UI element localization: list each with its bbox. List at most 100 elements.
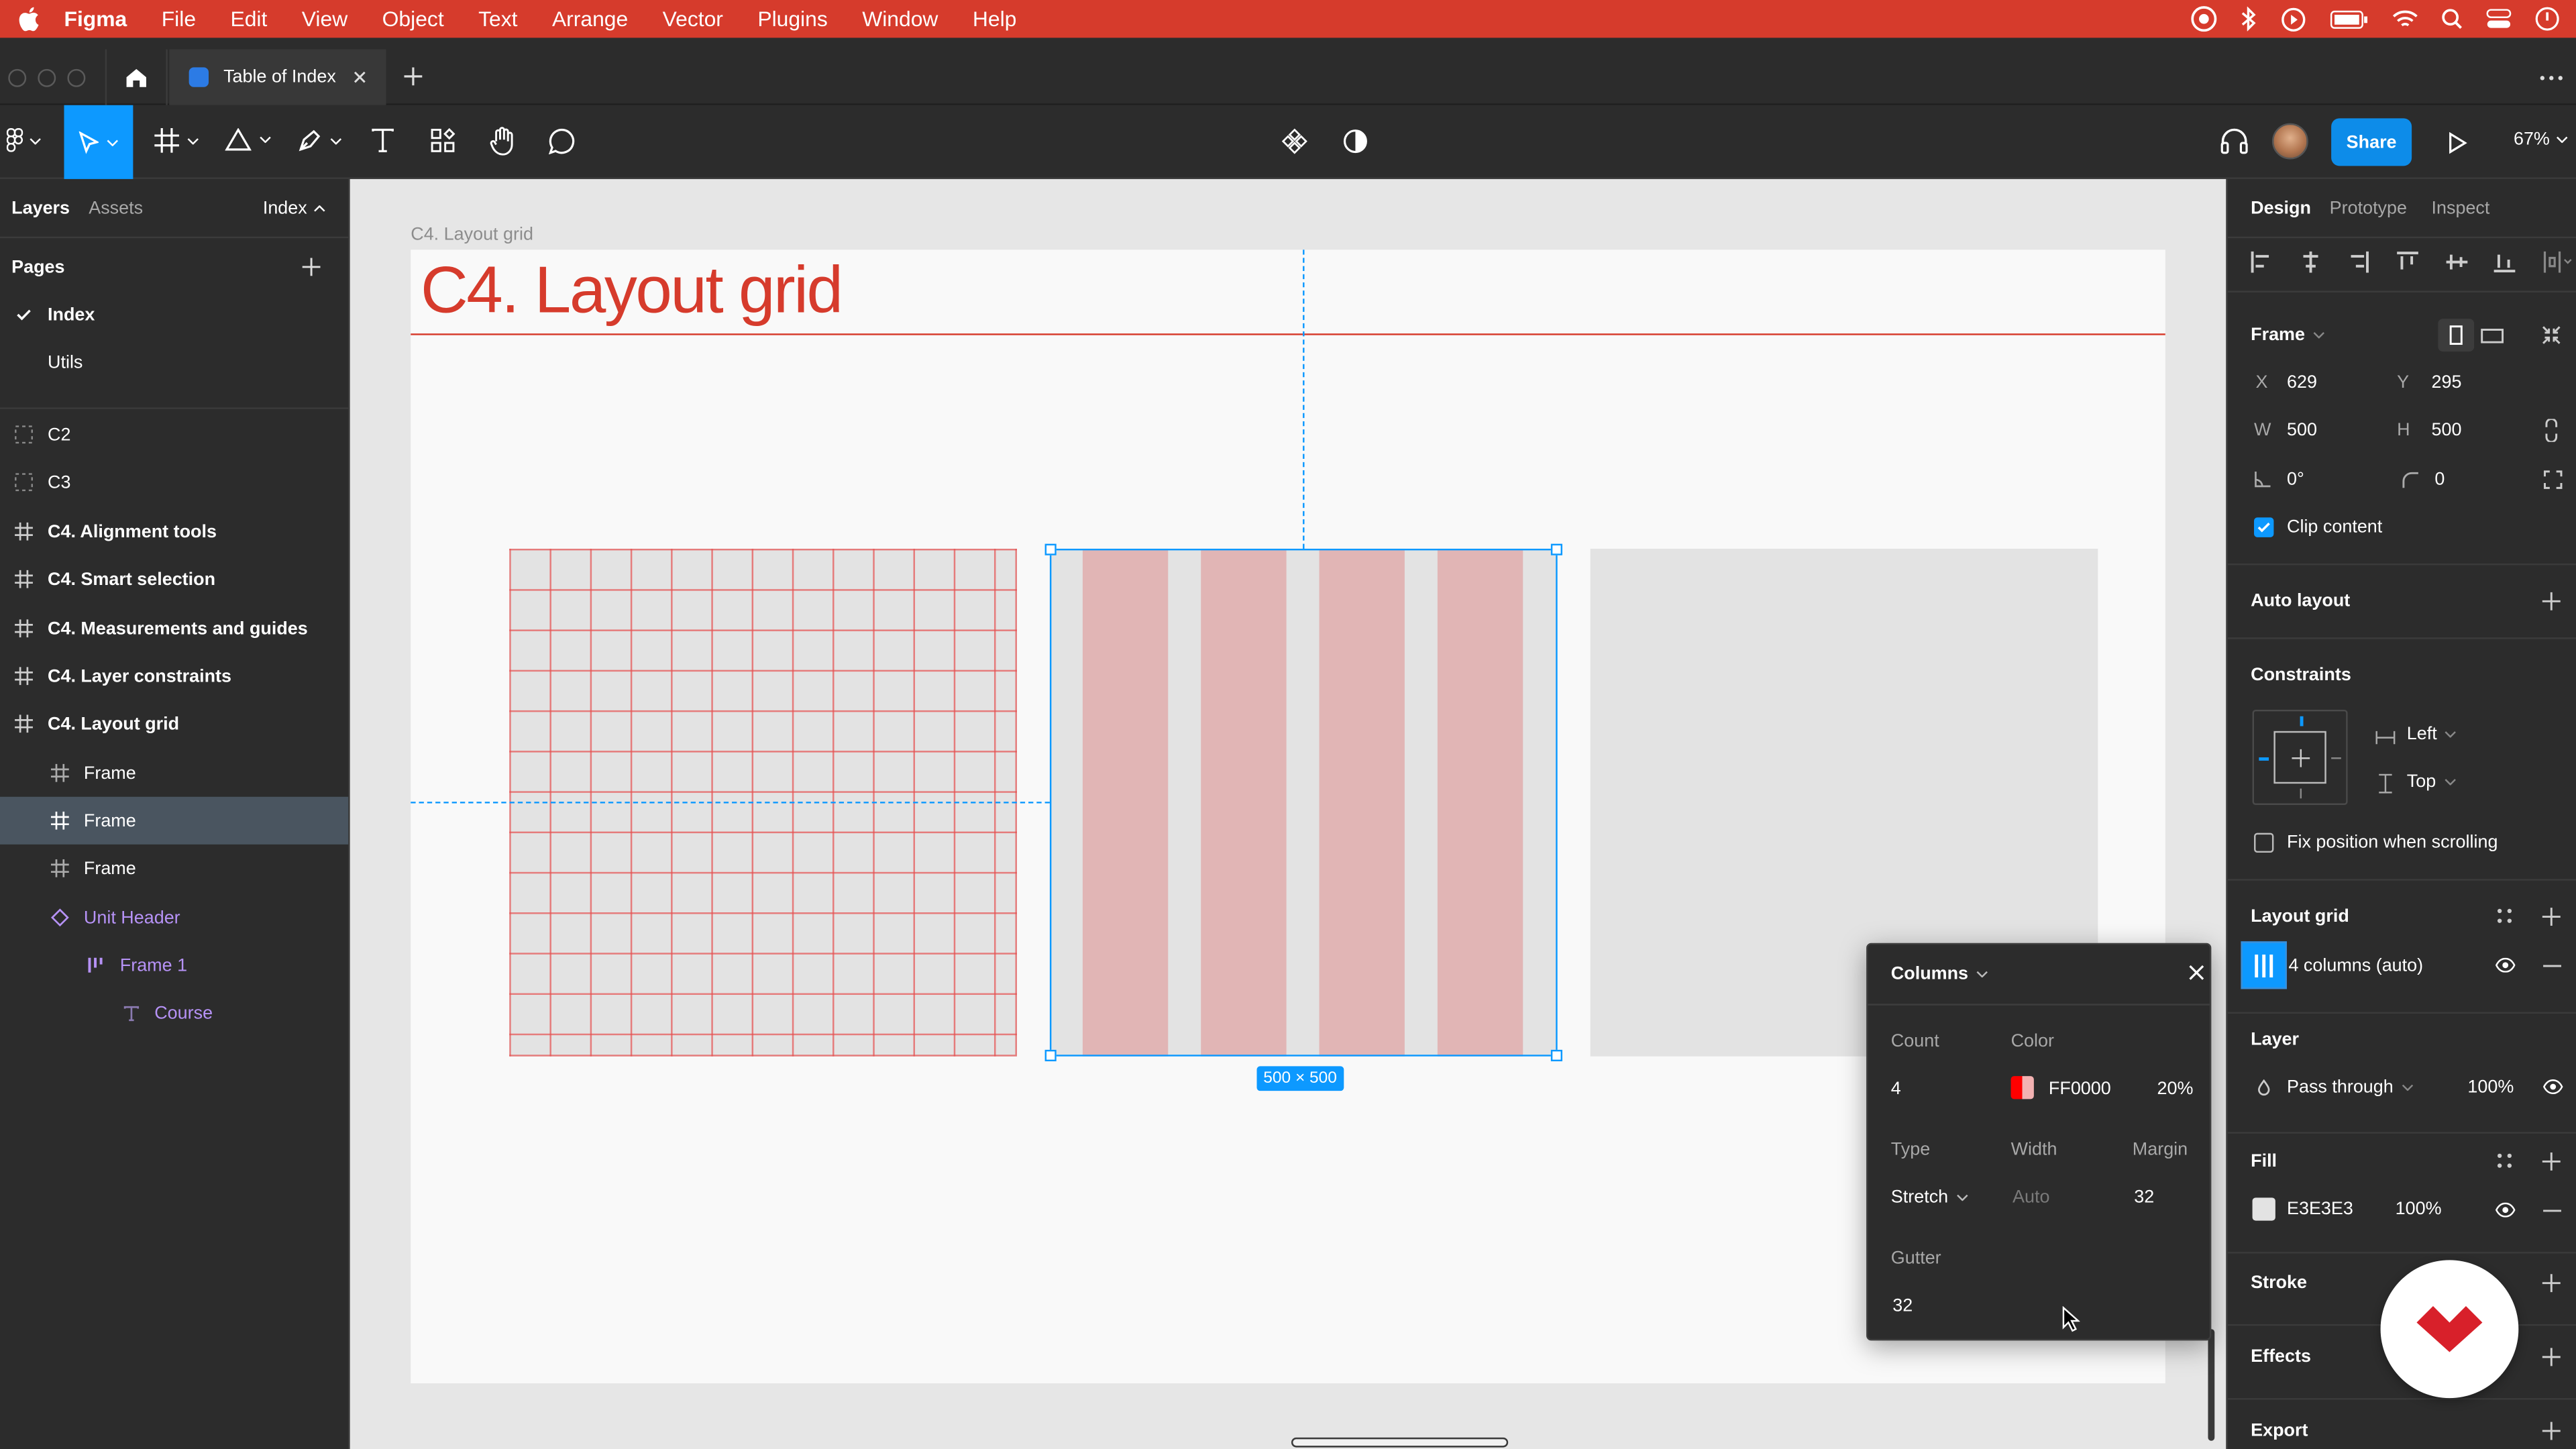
y-input[interactable]: 295 xyxy=(2432,373,2462,392)
align-vertical-center-icon[interactable] xyxy=(2445,250,2467,272)
horizontal-scrollbar[interactable] xyxy=(1291,1437,1509,1448)
type-dropdown[interactable]: Stretch xyxy=(1891,1188,1968,1208)
main-menu-button[interactable] xyxy=(6,128,41,153)
fill-styles-icon[interactable] xyxy=(2497,1153,2512,1168)
comment-tool-icon[interactable] xyxy=(548,128,575,155)
width-input[interactable]: Auto xyxy=(2012,1188,2049,1208)
distribute-icon[interactable] xyxy=(2543,250,2573,272)
resize-handle[interactable] xyxy=(1550,543,1562,555)
page-item-index[interactable]: Index xyxy=(0,290,348,338)
layer-item-layout-grid[interactable]: C4. Layout grid xyxy=(0,700,348,747)
file-tab[interactable]: Table of Index xyxy=(169,49,386,105)
creative-cloud-icon[interactable] xyxy=(2190,5,2218,33)
grid-styles-icon[interactable] xyxy=(2497,908,2512,923)
move-tool-button[interactable] xyxy=(64,105,133,179)
play-circle-icon[interactable] xyxy=(2280,6,2306,32)
layer-item-smart-selection[interactable]: C4. Smart selection xyxy=(0,555,348,603)
layer-item-layer-constraints[interactable]: C4. Layer constraints xyxy=(0,652,348,700)
window-zoom-button[interactable] xyxy=(67,68,86,87)
remove-grid-icon[interactable] xyxy=(2543,965,2561,968)
eye-icon[interactable] xyxy=(2496,1202,2516,1218)
text-tool-icon[interactable] xyxy=(371,128,394,153)
window-minimize-button[interactable] xyxy=(38,68,56,87)
constraints-widget[interactable] xyxy=(2252,709,2348,806)
layer-opacity-input[interactable]: 100% xyxy=(2467,1078,2514,1097)
resize-handle[interactable] xyxy=(1550,1049,1562,1062)
tab-layers[interactable]: Layers xyxy=(11,199,70,218)
layout-grid-settings-button[interactable] xyxy=(2241,941,2288,989)
grid-type-dropdown[interactable]: Columns xyxy=(1891,965,1988,984)
frame-name-label[interactable]: C4. Layout grid xyxy=(411,225,533,245)
portrait-button[interactable] xyxy=(2438,319,2475,352)
close-tab-icon[interactable] xyxy=(352,70,366,84)
remove-fill-icon[interactable] xyxy=(2543,1209,2561,1212)
menu-help[interactable]: Help xyxy=(973,7,1017,32)
more-icon[interactable] xyxy=(2540,76,2563,80)
menu-edit[interactable]: Edit xyxy=(230,7,267,32)
gutter-input[interactable]: 32 xyxy=(1892,1296,1913,1316)
radius-input[interactable]: 0 xyxy=(2434,470,2445,489)
share-button[interactable]: Share xyxy=(2331,118,2412,166)
battery-icon[interactable] xyxy=(2330,9,2369,28)
independent-corners-icon[interactable] xyxy=(2543,470,2563,489)
add-fill-icon[interactable] xyxy=(2542,1152,2561,1171)
constrain-proportions-icon[interactable] xyxy=(2545,419,2559,442)
frame-tool-button[interactable] xyxy=(154,128,199,153)
clip-content-checkbox[interactable] xyxy=(2254,517,2274,537)
fill-opacity-input[interactable]: 100% xyxy=(2396,1199,2442,1219)
add-effect-icon[interactable] xyxy=(2542,1347,2561,1366)
landscape-icon[interactable] xyxy=(2481,329,2504,343)
component-icon[interactable] xyxy=(1281,128,1307,154)
grid-color-swatch[interactable] xyxy=(2010,1076,2034,1099)
vertical-constraint-dropdown[interactable]: Top xyxy=(2407,772,2456,792)
vertical-scrollbar[interactable] xyxy=(2208,1329,2215,1441)
hand-tool-icon[interactable] xyxy=(490,127,516,156)
constraint-top-indicator[interactable] xyxy=(2300,716,2304,727)
layer-item-frame-selected[interactable]: Frame xyxy=(0,796,349,845)
tab-assets[interactable]: Assets xyxy=(89,199,143,218)
fill-hex-input[interactable]: E3E3E3 xyxy=(2287,1199,2353,1219)
constraint-bottom-indicator[interactable] xyxy=(2300,788,2302,799)
layer-item-frame[interactable]: Frame xyxy=(0,845,348,892)
eye-icon[interactable] xyxy=(2543,1079,2563,1095)
w-input[interactable]: 500 xyxy=(2287,421,2317,440)
search-icon[interactable] xyxy=(2441,8,2463,30)
menu-object[interactable]: Object xyxy=(382,7,444,32)
contrast-mask-icon[interactable] xyxy=(1342,128,1368,154)
eye-icon[interactable] xyxy=(2496,957,2516,973)
layer-item-frame-1[interactable]: Frame 1 xyxy=(0,941,348,989)
menu-vector[interactable]: Vector xyxy=(663,7,723,32)
layout-grid-item-label[interactable]: 4 columns (auto) xyxy=(2288,956,2423,975)
tab-design[interactable]: Design xyxy=(2251,199,2311,218)
headphones-icon[interactable] xyxy=(2220,127,2249,155)
count-input[interactable]: 4 xyxy=(1891,1079,1901,1099)
add-page-icon[interactable] xyxy=(302,258,321,276)
add-stroke-icon[interactable] xyxy=(2542,1273,2561,1293)
menu-plugins[interactable]: Plugins xyxy=(757,7,827,32)
control-center-icon[interactable] xyxy=(2485,8,2512,30)
home-tab[interactable] xyxy=(105,49,168,105)
layer-item-c3[interactable]: C3 xyxy=(0,458,348,506)
constraint-left-indicator[interactable] xyxy=(2259,757,2269,761)
user-avatar[interactable] xyxy=(2271,123,2308,160)
layer-item-frame[interactable]: Frame xyxy=(0,749,348,797)
shape-tool-button[interactable] xyxy=(225,128,272,151)
x-input[interactable]: 629 xyxy=(2287,373,2317,392)
add-export-icon[interactable] xyxy=(2542,1421,2561,1440)
page-switcher[interactable]: Index xyxy=(263,199,325,219)
align-left-icon[interactable] xyxy=(2251,250,2272,272)
page-item-utils[interactable]: Utils xyxy=(0,338,348,386)
siri-icon[interactable] xyxy=(2535,7,2560,32)
align-right-icon[interactable] xyxy=(2348,250,2369,272)
layer-item-course[interactable]: Course xyxy=(0,989,348,1036)
margin-input[interactable]: 32 xyxy=(2134,1188,2154,1208)
resources-icon[interactable] xyxy=(431,128,455,153)
fix-position-checkbox[interactable] xyxy=(2254,833,2274,853)
h-input[interactable]: 500 xyxy=(2432,421,2462,440)
layer-item-c2[interactable]: C2 xyxy=(0,411,348,458)
blend-mode-dropdown[interactable]: Pass through xyxy=(2287,1078,2413,1097)
rotation-input[interactable]: 0° xyxy=(2287,470,2304,489)
menu-app-name[interactable]: Figma xyxy=(64,7,127,32)
wifi-icon[interactable] xyxy=(2392,9,2418,28)
layer-item-alignment-tools[interactable]: C4. Alignment tools xyxy=(0,508,348,555)
